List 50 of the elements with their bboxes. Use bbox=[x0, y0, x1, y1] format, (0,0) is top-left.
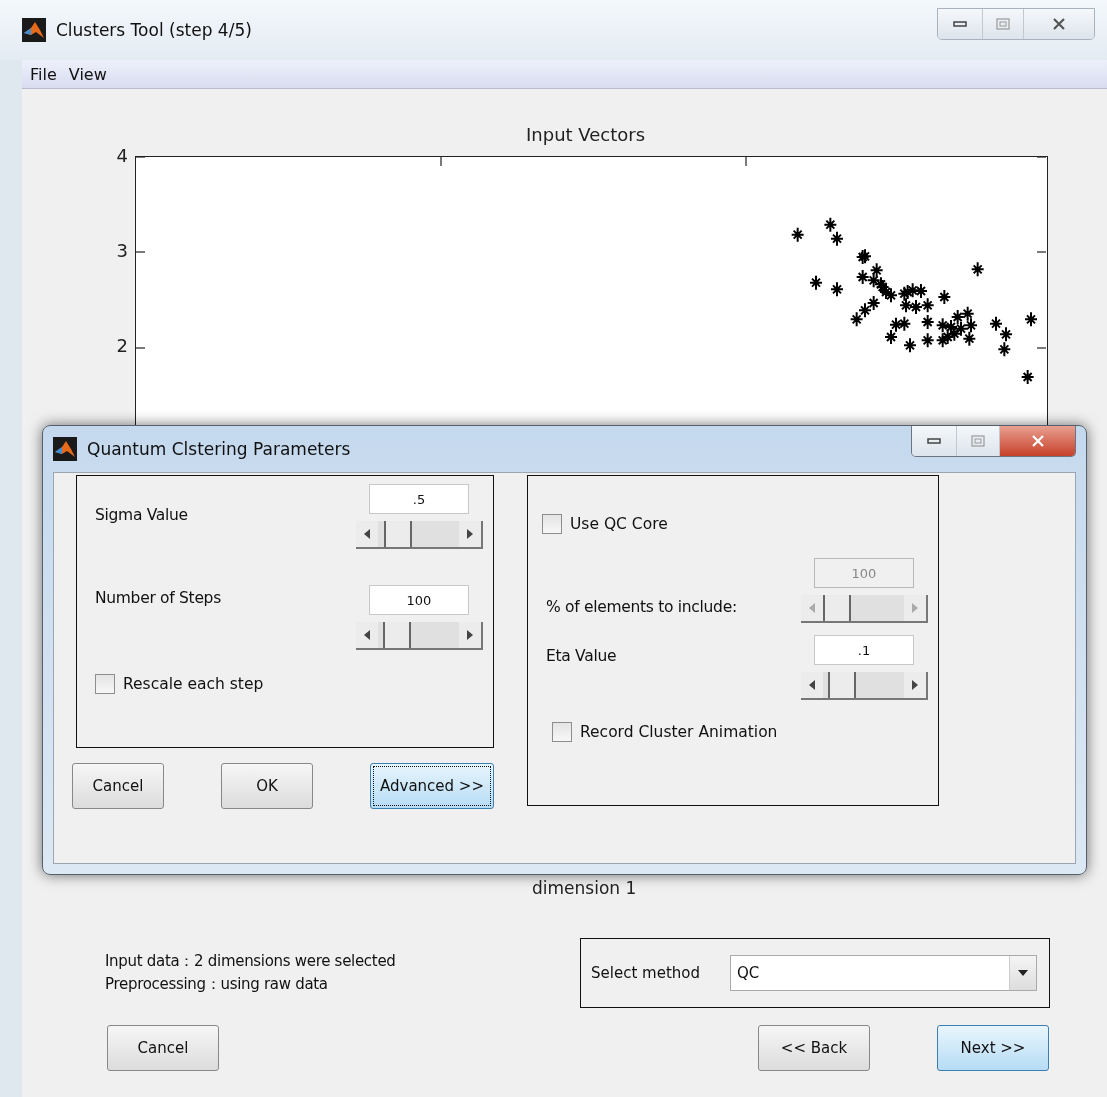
dialog-button[interactable]: Cancel bbox=[72, 763, 164, 809]
dialog-button[interactable]: OK bbox=[221, 763, 313, 809]
caret-icon[interactable] bbox=[1018, 970, 1028, 976]
checkbox[interactable] bbox=[552, 722, 572, 742]
minimize-icon[interactable] bbox=[953, 20, 967, 28]
value-field[interactable]: 100 bbox=[369, 585, 469, 615]
slider[interactable] bbox=[800, 672, 928, 700]
right-arrow-icon[interactable] bbox=[466, 529, 473, 539]
menu-item[interactable]: View bbox=[68, 64, 107, 84]
value-field[interactable]: .1 bbox=[814, 635, 914, 665]
plot-title: Input Vectors bbox=[526, 124, 646, 145]
window-title: Clusters Tool (step 4/5) bbox=[56, 20, 252, 40]
wizard-button[interactable]: Next >> bbox=[937, 1025, 1049, 1071]
checkbox-label: Rescale each step bbox=[123, 675, 264, 693]
slider-thumb[interactable] bbox=[827, 672, 856, 698]
right-arrow-icon[interactable] bbox=[466, 630, 473, 640]
checkbox[interactable] bbox=[95, 674, 115, 694]
axis-label: dimension 1 bbox=[532, 878, 637, 898]
value-field[interactable]: .5 bbox=[369, 484, 469, 514]
y-tick-label: 2 bbox=[116, 335, 128, 357]
left-arrow-icon[interactable] bbox=[363, 630, 370, 640]
slider-thumb[interactable] bbox=[383, 521, 412, 547]
menu-item[interactable]: File bbox=[30, 64, 57, 84]
app-logo-icon bbox=[53, 437, 77, 461]
wizard-button[interactable]: Cancel bbox=[107, 1025, 219, 1071]
checkbox[interactable] bbox=[542, 514, 562, 534]
checkbox-label: Record Cluster Animation bbox=[580, 723, 778, 741]
minimize-icon[interactable] bbox=[927, 437, 941, 445]
y-tick-label: 3 bbox=[116, 240, 128, 262]
field-label: Sigma Value bbox=[95, 505, 189, 524]
slider[interactable] bbox=[355, 521, 483, 549]
field-label: % of elements to include: bbox=[546, 597, 738, 616]
info-text: Preprocessing：using raw data bbox=[105, 974, 329, 995]
y-tick-label: 4 bbox=[116, 145, 128, 167]
method-dropdown[interactable]: QC bbox=[730, 955, 1037, 991]
method-label: Select method bbox=[591, 964, 700, 982]
dialog-title: Quantum Clstering Parameters bbox=[87, 439, 351, 459]
slider[interactable] bbox=[355, 622, 483, 650]
field-label: Eta Value bbox=[546, 646, 618, 665]
close-icon[interactable] bbox=[1052, 17, 1066, 31]
info-text: Input data：2 dimensions were selected bbox=[105, 951, 397, 972]
slider-thumb[interactable] bbox=[382, 622, 411, 648]
checkbox-label: Use QC Core bbox=[570, 515, 668, 533]
dialog-button[interactable]: Advanced >> bbox=[370, 763, 494, 809]
app-logo-icon bbox=[22, 18, 46, 42]
right-arrow-icon[interactable] bbox=[911, 680, 918, 690]
field-label: Number of Steps bbox=[95, 588, 222, 607]
wizard-button[interactable]: << Back bbox=[758, 1025, 870, 1071]
left-arrow-icon[interactable] bbox=[363, 529, 370, 539]
left-arrow-icon[interactable] bbox=[808, 680, 815, 690]
